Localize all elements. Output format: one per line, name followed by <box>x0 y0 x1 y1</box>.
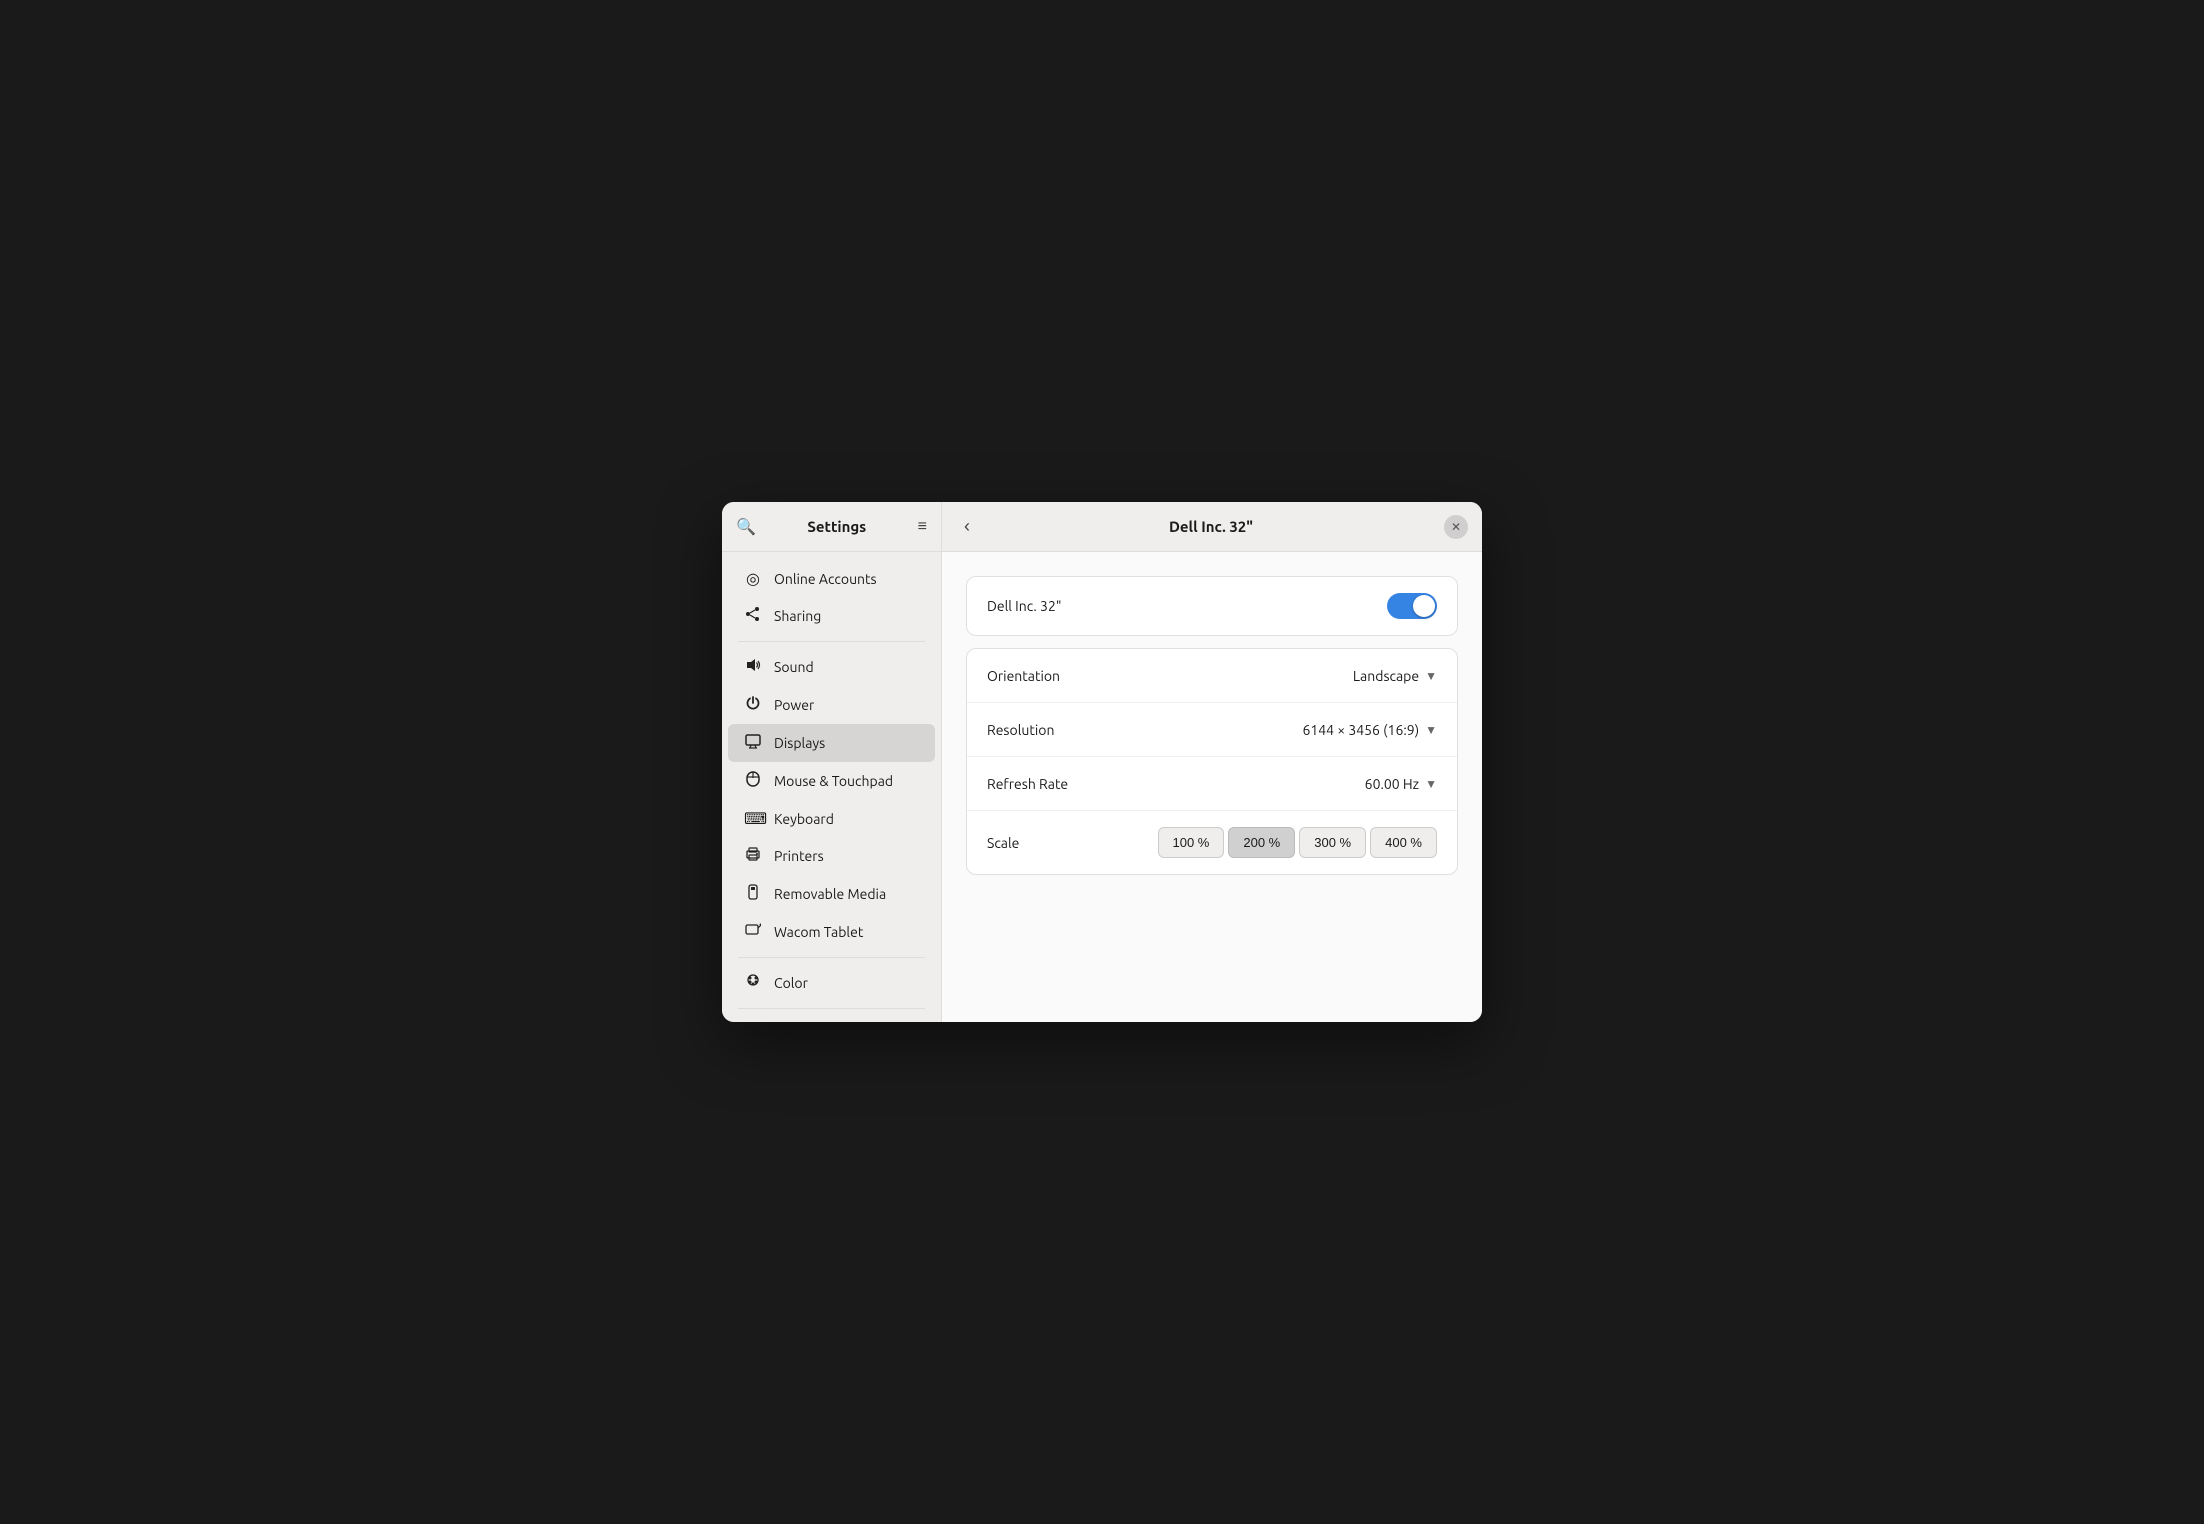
sidebar-item-label: Color <box>774 975 808 991</box>
orientation-row: Orientation Landscape ▼ <box>967 649 1457 703</box>
toggle-knob <box>1413 595 1435 617</box>
sidebar-item-label: Wacom Tablet <box>774 924 863 940</box>
sidebar-item-color[interactable]: Color <box>728 964 935 1002</box>
monitor-row: Dell Inc. 32" <box>967 577 1457 635</box>
refresh-row: Refresh Rate 60.00 Hz ▼ <box>967 757 1457 811</box>
sidebar-item-label: Removable Media <box>774 886 886 902</box>
sidebar-item-label: Power <box>774 697 814 713</box>
monitor-card: Dell Inc. 32" <box>966 576 1458 636</box>
sound-icon <box>744 657 762 677</box>
removable-icon <box>744 884 762 904</box>
sidebar-item-keyboard[interactable]: ⌨ Keyboard <box>728 800 935 837</box>
sidebar-item-label: Keyboard <box>774 811 834 827</box>
color-icon <box>744 973 762 993</box>
refresh-label: Refresh Rate <box>987 776 1365 792</box>
close-button[interactable]: ✕ <box>1444 515 1468 539</box>
scale-100[interactable]: 100 % <box>1158 827 1225 858</box>
sharing-icon <box>744 606 762 626</box>
sidebar-item-label: Sharing <box>774 608 821 624</box>
scale-buttons-group: 100 % 200 % 300 % 400 % <box>1158 827 1438 858</box>
online-accounts-icon: ◎ <box>744 569 762 588</box>
sidebar-item-label: Sound <box>774 659 814 675</box>
sidebar-item-sound[interactable]: Sound <box>728 648 935 686</box>
orientation-value-group: Landscape ▼ <box>1353 668 1437 684</box>
sidebar-item-displays[interactable]: Displays <box>728 724 935 762</box>
sidebar-item-printers[interactable]: Printers <box>728 837 935 875</box>
header: 🔍 Settings ≡ ‹ Dell Inc. 32" ✕ <box>722 502 1482 552</box>
displays-icon <box>744 733 762 753</box>
sidebar-item-region[interactable]: ⚑ Region & Language <box>728 1015 935 1022</box>
refresh-value: 60.00 Hz <box>1365 776 1419 792</box>
power-icon <box>744 695 762 715</box>
scale-200[interactable]: 200 % <box>1228 827 1295 858</box>
sidebar-item-label: Mouse & Touchpad <box>774 773 893 789</box>
resolution-value: 6144 × 3456 (16:9) <box>1302 722 1419 738</box>
settings-window: 🔍 Settings ≡ ‹ Dell Inc. 32" ✕ ◎ Online … <box>722 502 1482 1022</box>
sidebar-item-removable[interactable]: Removable Media <box>728 875 935 913</box>
sidebar: ◎ Online Accounts Sharing <box>722 552 942 1022</box>
resolution-row: Resolution 6144 × 3456 (16:9) ▼ <box>967 703 1457 757</box>
menu-button[interactable]: ≡ <box>918 518 927 536</box>
mouse-icon <box>744 771 762 791</box>
header-left: 🔍 Settings ≡ <box>722 502 942 551</box>
sidebar-item-online-accounts[interactable]: ◎ Online Accounts <box>728 560 935 597</box>
sidebar-item-mouse[interactable]: Mouse & Touchpad <box>728 762 935 800</box>
sidebar-item-label: Displays <box>774 735 825 751</box>
scale-300[interactable]: 300 % <box>1299 827 1366 858</box>
resolution-label: Resolution <box>987 722 1302 738</box>
header-center: ‹ Dell Inc. 32" ✕ <box>942 512 1482 541</box>
body: ◎ Online Accounts Sharing <box>722 552 1482 1022</box>
sidebar-item-wacom[interactable]: Wacom Tablet <box>728 913 935 951</box>
scale-row: Scale 100 % 200 % 300 % 400 % <box>967 811 1457 874</box>
wacom-icon <box>744 922 762 942</box>
display-settings-card: Orientation Landscape ▼ Resolution 6144 … <box>966 648 1458 875</box>
resolution-value-group: 6144 × 3456 (16:9) ▼ <box>1302 722 1437 738</box>
sidebar-item-power[interactable]: Power <box>728 686 935 724</box>
scale-400[interactable]: 400 % <box>1370 827 1437 858</box>
monitor-label: Dell Inc. 32" <box>987 598 1387 614</box>
detail-title: Dell Inc. 32" <box>978 518 1444 535</box>
refresh-dropdown-arrow[interactable]: ▼ <box>1425 777 1437 791</box>
keyboard-icon: ⌨ <box>744 809 762 828</box>
scale-label: Scale <box>987 835 1158 851</box>
orientation-label: Orientation <box>987 668 1353 684</box>
printers-icon <box>744 846 762 866</box>
sidebar-divider-1 <box>738 641 925 642</box>
back-button[interactable]: ‹ <box>956 512 978 541</box>
settings-title: Settings <box>756 518 918 535</box>
refresh-value-group: 60.00 Hz ▼ <box>1365 776 1437 792</box>
orientation-value: Landscape <box>1353 668 1419 684</box>
sidebar-divider-3 <box>738 1008 925 1009</box>
sidebar-item-sharing[interactable]: Sharing <box>728 597 935 635</box>
main-content: Dell Inc. 32" Orientation Landscape ▼ <box>942 552 1482 1022</box>
sidebar-divider-2 <box>738 957 925 958</box>
orientation-dropdown-arrow[interactable]: ▼ <box>1425 669 1437 683</box>
search-button[interactable]: 🔍 <box>736 517 756 537</box>
resolution-dropdown-arrow[interactable]: ▼ <box>1425 723 1437 737</box>
sidebar-item-label: Online Accounts <box>774 571 877 587</box>
monitor-toggle[interactable] <box>1387 593 1437 619</box>
sidebar-item-label: Printers <box>774 848 824 864</box>
